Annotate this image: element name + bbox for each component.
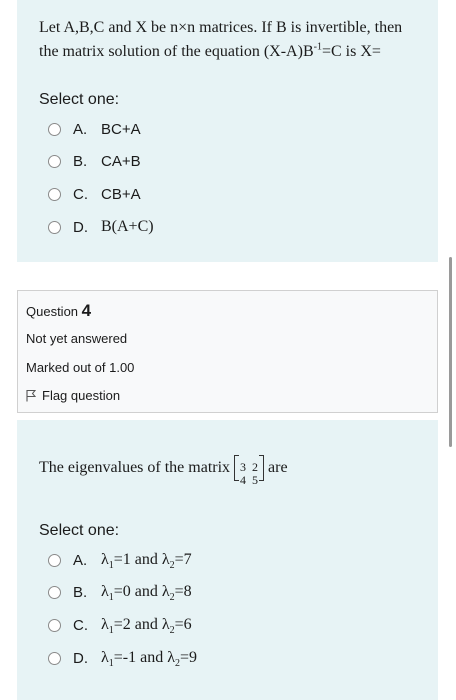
radio-button[interactable] (48, 553, 61, 567)
question-number: 4 (81, 301, 92, 320)
answer-option-b[interactable]: B. CA+B (48, 149, 141, 173)
matrix: 3 2 4 5 (234, 455, 265, 487)
option-text: λ1=-1 and λ2=9 (101, 649, 198, 670)
option-letter: A. (73, 120, 88, 138)
flag-question-link[interactable]: Flag question (26, 388, 120, 403)
question-text-part: The eigenvalues of the matrix (39, 459, 231, 476)
radio-button[interactable] (48, 154, 61, 168)
answer-option-c[interactable]: C. CB+A (48, 182, 141, 206)
option-text: λ1=0 and λ2=8 (101, 583, 192, 604)
option-text: CA+B (101, 152, 141, 170)
radio-button[interactable] (48, 585, 61, 599)
option-letter: B. (73, 152, 88, 170)
question-label: Question (26, 304, 79, 319)
flag-question-label: Flag question (42, 388, 121, 403)
question-heading: Question 4 (26, 301, 91, 321)
question-text: The eigenvalues of the matrix 3 2 4 5 ar… (39, 455, 424, 487)
question-text: Let A,B,C and X be n×n matrices. If B is… (39, 16, 424, 64)
option-text: BC+A (101, 120, 141, 138)
option-letter: C. (73, 616, 88, 634)
question-content-box: The eigenvalues of the matrix 3 2 4 5 ar… (17, 420, 438, 700)
flag-icon (26, 390, 36, 402)
question-content-box: Let A,B,C and X be n×n matrices. If B is… (17, 0, 438, 262)
radio-button[interactable] (48, 220, 61, 234)
option-text: λ1=1 and λ2=7 (101, 551, 192, 572)
radio-button[interactable] (48, 651, 61, 665)
answer-option-d[interactable]: D. B(A+C) (48, 215, 154, 239)
radio-button[interactable] (48, 122, 61, 136)
option-letter: B. (73, 583, 88, 601)
matrix-entry: 3 (240, 460, 247, 474)
option-text: B(A+C) (101, 218, 154, 235)
select-one-prompt: Select one: (39, 522, 120, 539)
option-letter: A. (73, 551, 88, 569)
radio-button[interactable] (48, 618, 61, 632)
option-text: CB+A (101, 185, 141, 203)
option-text: λ1=2 and λ2=6 (101, 616, 192, 637)
option-letter: C. (73, 185, 88, 203)
question-info-box: Question 4 Not yet answered Marked out o… (17, 290, 438, 413)
matrix-entry: 5 (252, 473, 259, 487)
answer-option-d[interactable]: D. λ1=-1 and λ2=9 (48, 646, 197, 670)
select-one-prompt: Select one: (39, 91, 120, 108)
option-letter: D. (73, 218, 88, 236)
superscript: -1 (313, 41, 322, 53)
matrix-entry: 2 (252, 460, 259, 474)
answer-option-b[interactable]: B. λ1=0 and λ2=8 (48, 580, 192, 604)
answer-option-a[interactable]: A. BC+A (48, 117, 141, 141)
option-letter: D. (73, 649, 88, 667)
matrix-entry: 4 (240, 473, 247, 487)
scrollbar[interactable] (449, 257, 452, 447)
answer-option-a[interactable]: A. λ1=1 and λ2=7 (48, 548, 192, 572)
question-text-part: are (268, 459, 288, 476)
question-text-part: =C is X= (321, 43, 381, 60)
marks-info: Marked out of 1.00 (26, 360, 135, 375)
answer-status: Not yet answered (26, 331, 128, 346)
radio-button[interactable] (48, 187, 61, 201)
answer-option-c[interactable]: C. λ1=2 and λ2=6 (48, 613, 192, 637)
